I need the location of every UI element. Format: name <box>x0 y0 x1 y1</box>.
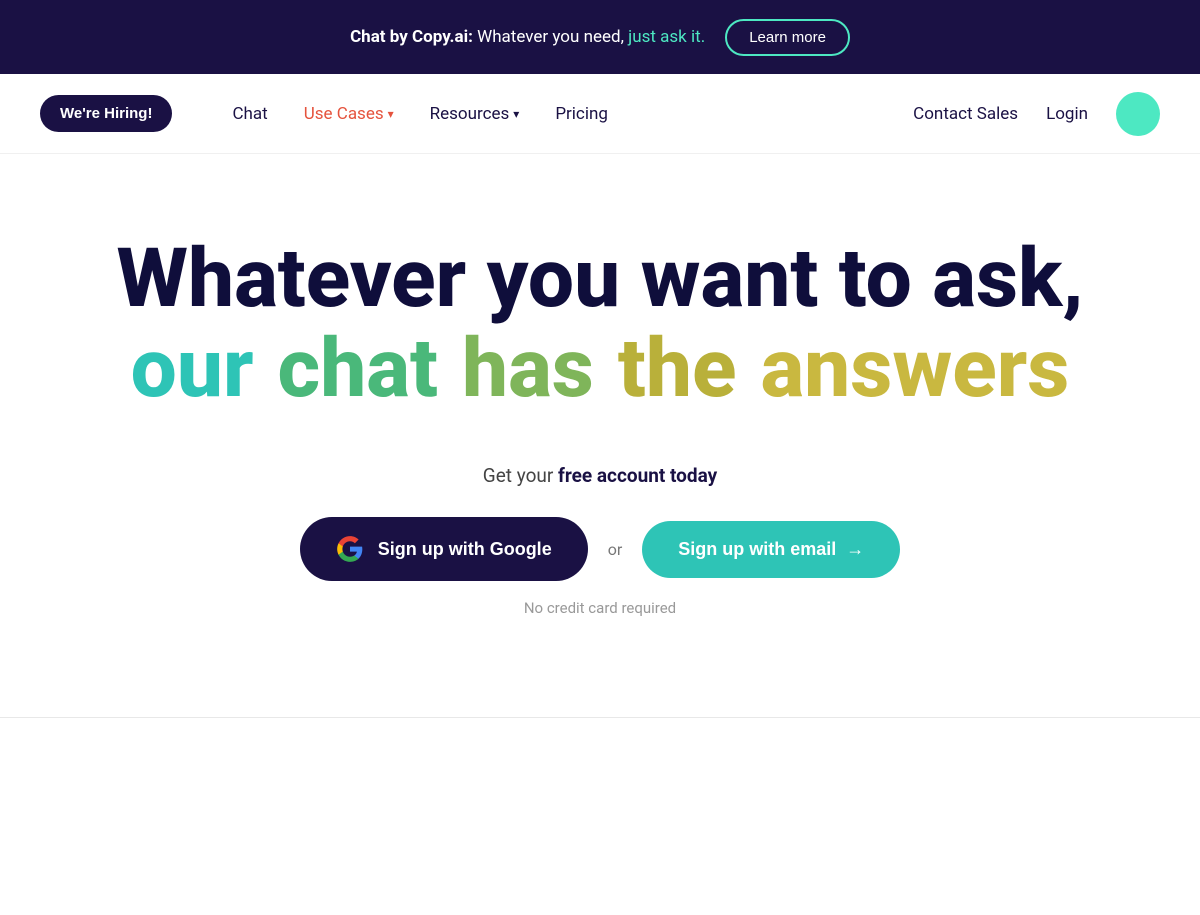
hero-headline-line2: our chat has the answers <box>131 324 1070 414</box>
navbar: We're Hiring! Chat Use Cases ▾ Resources… <box>0 74 1200 154</box>
learn-more-button[interactable]: Learn more <box>725 19 850 56</box>
chevron-down-icon: ▾ <box>513 107 519 121</box>
contact-sales-link[interactable]: Contact Sales <box>913 104 1018 124</box>
signup-email-button[interactable]: Sign up with email → <box>642 521 900 578</box>
or-divider: or <box>608 540 623 559</box>
hero-section: Whatever you want to ask, our chat has t… <box>0 154 1200 677</box>
hero-word-our: our <box>131 324 254 414</box>
resources-label: Resources <box>430 104 510 124</box>
avatar[interactable] <box>1116 92 1160 136</box>
hero-headline-line1: Whatever you want to ask, <box>116 234 1083 324</box>
arrow-icon: → <box>846 539 864 560</box>
nav-links: Chat Use Cases ▾ Resources ▾ Pricing <box>232 104 607 124</box>
cta-row: Sign up with Google or Sign up with emai… <box>300 517 901 581</box>
signup-google-label: Sign up with Google <box>378 539 552 560</box>
signup-google-button[interactable]: Sign up with Google <box>300 517 588 581</box>
nav-link-pricing[interactable]: Pricing <box>555 104 608 124</box>
signup-email-label: Sign up with email <box>678 539 836 560</box>
hiring-button[interactable]: We're Hiring! <box>40 95 172 132</box>
banner-brand: Chat by Copy.ai: <box>350 27 473 47</box>
hero-word-answers: answers <box>760 324 1069 414</box>
nav-link-resources[interactable]: Resources ▾ <box>430 104 520 124</box>
login-link[interactable]: Login <box>1046 104 1088 124</box>
announcement-banner: Chat by Copy.ai: Whatever you need, just… <box>0 0 1200 74</box>
chevron-down-icon: ▾ <box>388 107 394 121</box>
hero-word-chat: chat <box>278 324 438 414</box>
banner-highlight: just ask it. <box>628 27 705 47</box>
nav-right: Contact Sales Login <box>913 92 1160 136</box>
bottom-divider <box>0 717 1200 718</box>
hero-word-the: the <box>618 324 737 414</box>
hero-subtext-prefix: Get your <box>483 464 558 487</box>
nav-link-use-cases[interactable]: Use Cases ▾ <box>304 104 394 124</box>
banner-tagline: Whatever you need, <box>477 27 628 47</box>
hero-subtext: Get your free account today <box>483 464 717 487</box>
google-icon <box>336 535 364 563</box>
no-credit-card-text: No credit card required <box>524 599 676 617</box>
use-cases-label: Use Cases <box>304 104 384 124</box>
banner-text: Chat by Copy.ai: Whatever you need, just… <box>350 27 705 47</box>
hero-word-has: has <box>462 324 594 414</box>
hero-subtext-bold: free account today <box>558 464 717 487</box>
nav-link-chat[interactable]: Chat <box>232 104 267 124</box>
